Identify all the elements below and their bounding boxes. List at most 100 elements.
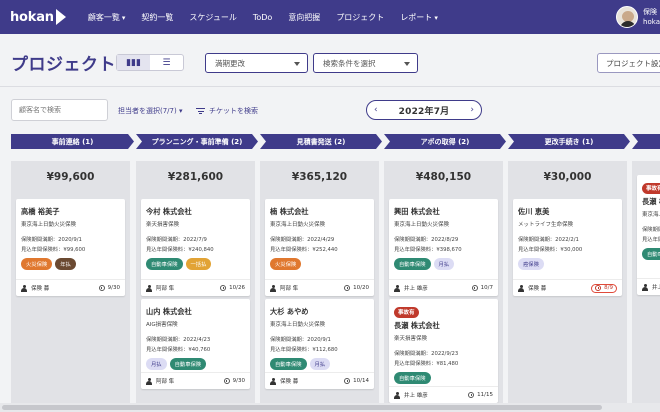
ticket-card[interactable]: 大杉 あやめ 東京海上日動火災保険 保険期間満期：2020/9/1 見込年間保険… [265, 299, 374, 389]
annual-premium: 見込年間保険料：¥99,600 [21, 247, 86, 253]
stage-header: 見積書発送 (2) [260, 134, 382, 149]
top-nav-bar: hokan 顧客一覧 ▾ 契約一覧 スケジュール ToDo 意向把握 プロジェクト… [0, 0, 660, 34]
ticket-card[interactable]: 今村 株式会社 楽天損害保険 保険期間満期：2022/7/9 見込年間保険料：¥… [141, 199, 250, 296]
kanban-column: ¥365,120 楠 株式会社 東京海上日動火災保険 保険期間満期：2022/4… [260, 161, 379, 412]
stage-label: 事前連絡 (1) [51, 137, 94, 146]
assignee-name: 阿部 隼 [280, 286, 299, 292]
stage-label: アポの取得 (2) [420, 137, 470, 146]
customer-name: 山内 株式会社 [146, 307, 192, 316]
nav-item-projects[interactable]: プロジェクト [336, 12, 384, 23]
renewal-type-value: 満期更改 [215, 58, 245, 68]
ticket-card[interactable]: 山内 株式会社 AIG損害保険 保険期間満期：2022/4/23 見込年間保険料… [141, 299, 250, 389]
ticket-card[interactable]: 佐川 恵美 メットライフ生命保険 保険期間満期：2022/2/1 見込年間保険料… [513, 199, 622, 296]
nav-item-todo[interactable]: ToDo [253, 13, 272, 22]
policy-type-badge: 癌保険 [518, 258, 544, 270]
assignee-name: 保険 募 [280, 379, 299, 385]
assignee-filter-dropdown[interactable]: 担当者を選択(7/7) ▾ [118, 106, 182, 116]
policy-type-badge: 自動車保険 [394, 258, 431, 270]
nav-item-label: 契約一覧 [141, 12, 174, 22]
payment-badge: 月払 [309, 358, 331, 370]
card-footer: 阿部 隼 10/20 [265, 279, 374, 296]
person-icon [394, 391, 400, 399]
user-company: 保険 [643, 8, 658, 16]
chevron-down-icon: ▾ [434, 13, 438, 22]
filter-icon [196, 107, 205, 116]
card-footer: 井上 雄彦 10/7 [389, 279, 498, 296]
due-date: 10/20 [344, 285, 369, 291]
nav-item-label: プロジェクト [336, 12, 385, 22]
clock-icon [98, 285, 105, 291]
nav-item-label: 顧客一覧 [87, 12, 120, 22]
card-footer: 保険 募 8/9 [513, 279, 622, 296]
search-conditions-select[interactable]: 検索条件を選択 [313, 53, 418, 73]
ticket-card[interactable]: 興田 株式会社 東京海上日動火災保険 保険期間満期：2022/8/29 見込年間… [389, 199, 498, 296]
policy-expiry: 保険期間満期：2020/9/1 [21, 237, 82, 243]
next-month-icon[interactable]: › [470, 105, 474, 115]
person-icon [146, 284, 152, 292]
ticket-card[interactable]: 楠 株式会社 東京海上日動火災保険 保険期間満期：2022/4/29 見込年間保… [265, 199, 374, 296]
ticket-card[interactable]: 事故有 長瀬 株式会社 楽天損害保険 保険期間満期：2022/9/23 見込年間… [389, 299, 498, 403]
payment-badge: 年払 [55, 258, 76, 270]
kanban-view-icon[interactable]: ▮▮▮ [117, 55, 150, 70]
due-date: 10/14 [344, 378, 369, 384]
clock-icon [595, 285, 602, 291]
card-footer: 井上 雄彦 11/15 [389, 386, 498, 403]
card-footer: 阿部 隼 9/30 [141, 372, 250, 389]
clock-icon [471, 285, 478, 291]
person-icon [518, 284, 524, 292]
customer-name: 高橋 裕美子 [21, 207, 60, 216]
dropdown-arrow-icon [404, 62, 410, 66]
kanban-column: ¥99,600 高橋 裕美子 東京海上日動火災保険 保険期間満期：2020/9/… [11, 161, 130, 412]
due-date: 10/26 [220, 285, 245, 291]
customer-search-input[interactable] [11, 99, 108, 121]
nav-item-schedule[interactable]: スケジュール [189, 12, 236, 23]
insurer-name: 東京海上日動火災保険 [21, 222, 77, 228]
page-title: プロジェクト [11, 55, 116, 75]
ticket-card[interactable]: 高橋 裕美子 東京海上日動火災保険 保険期間満期：2020/9/1 見込年間保険… [16, 199, 125, 296]
customer-name: 楠 株式会社 [270, 207, 309, 216]
horizontal-scrollbar[interactable] [0, 403, 660, 412]
accident-tag: 事故有 [642, 182, 660, 194]
policy-type-badge: 自動車保険 [394, 372, 431, 384]
clock-icon [344, 285, 351, 291]
prev-month-icon[interactable]: ‹ [374, 105, 378, 115]
annual-premium: 見込年間保 [642, 237, 660, 243]
nav-item-reports[interactable]: レポート ▾ [400, 12, 438, 23]
logo-arrow-icon [55, 9, 66, 25]
annual-premium: 見込年間保険料：¥252,440 [270, 247, 338, 253]
nav-item-label: スケジュール [189, 12, 237, 22]
month-navigator: ‹ 2022年7月 › [366, 100, 482, 120]
project-settings-button[interactable]: プロジェクト設定 [597, 53, 660, 73]
user-menu[interactable]: 保険 hoka [616, 0, 660, 34]
customer-name: 長瀬 株 [642, 197, 660, 206]
stage-label: 見積書発送 (2) [296, 137, 346, 146]
due-date: 11/15 [468, 392, 493, 398]
insurer-name: 東京海上日動火災保険 [394, 222, 450, 228]
ticket-search-label: チケットを検索 [209, 107, 258, 115]
hokan-logo[interactable]: hokan [10, 9, 66, 25]
customer-name: 今村 株式会社 [146, 207, 192, 216]
nav-item-contracts[interactable]: 契約一覧 [141, 12, 173, 23]
assignee-name: 井上 雄彦 [404, 393, 428, 399]
kanban-column: 事故有 長瀬 株 東京海上 保険期間満 見込年間保 自動車 井上 [632, 161, 660, 412]
customer-name: 佐川 恵美 [518, 207, 550, 216]
ticket-card[interactable]: 事故有 長瀬 株 東京海上 保険期間満 見込年間保 自動車 井上 [637, 175, 660, 295]
list-view-icon[interactable]: ☰ [150, 55, 183, 70]
clock-icon [344, 378, 351, 384]
insurer-name: 楽天損害保険 [394, 336, 428, 342]
badge-list: 自動車 [642, 248, 660, 260]
column-total: ¥281,600 [167, 171, 224, 183]
ticket-search-button[interactable]: チケットを検索 [196, 106, 258, 116]
due-date-text: 11/15 [477, 392, 493, 398]
nav-item-intent[interactable]: 意向把握 [288, 12, 320, 23]
scrollbar-thumb[interactable] [2, 405, 602, 410]
kanban-column: ¥281,600 今村 株式会社 楽天損害保険 保険期間満期：2022/7/9 … [136, 161, 255, 412]
policy-type-badge: 火災保険 [21, 258, 53, 270]
nav-item-customers[interactable]: 顧客一覧 ▾ [88, 12, 126, 23]
policy-expiry: 保険期間満期：2022/8/29 [394, 237, 459, 243]
payment-badge: 月払 [146, 358, 167, 370]
policy-type-badge: 自動車保険 [270, 358, 307, 370]
renewal-type-select[interactable]: 満期更改 [205, 53, 308, 73]
assignee-name: 井上 [652, 285, 660, 291]
person-icon [270, 284, 276, 292]
